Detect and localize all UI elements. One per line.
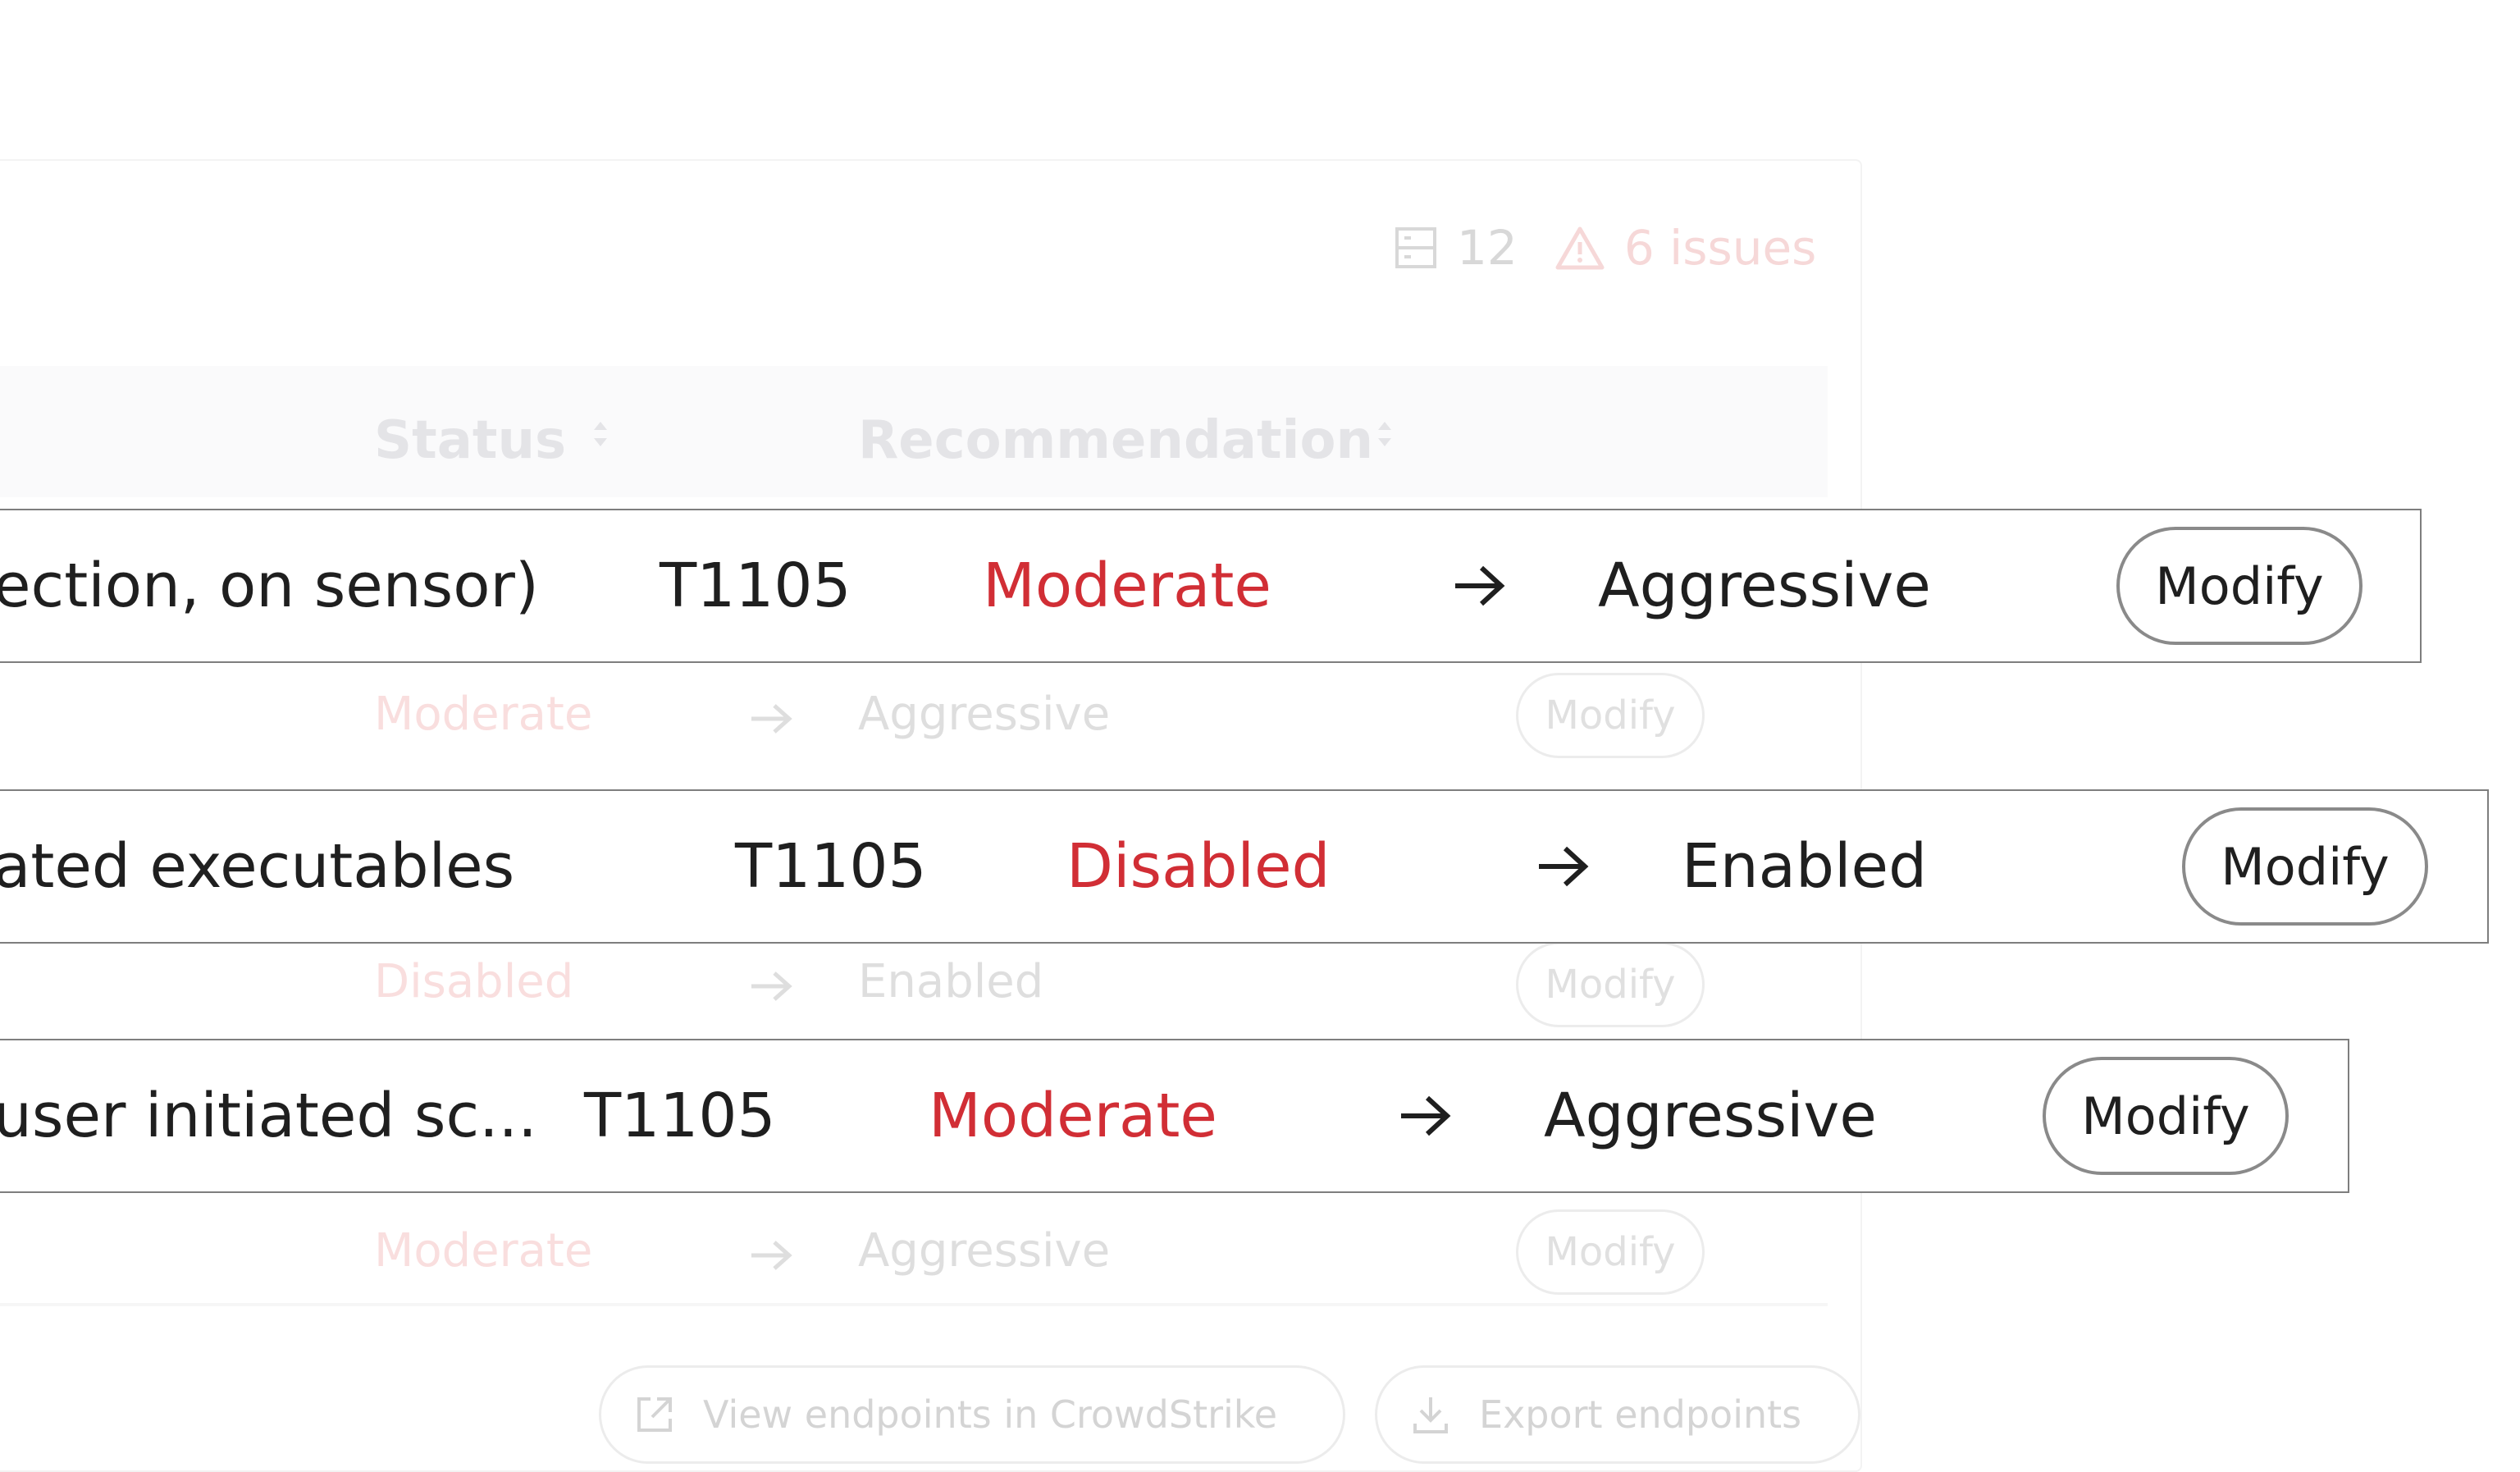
modify-button[interactable]: Modify: [2182, 807, 2428, 926]
faded-recommendation: Aggressive: [858, 1224, 1111, 1278]
recommended-status: Enabled: [1682, 831, 1928, 902]
external-link-icon: [637, 1397, 672, 1432]
technique-id: T1105: [735, 831, 927, 902]
warning-icon: [1555, 226, 1605, 270]
arrow-right-icon: [1455, 565, 1505, 606]
endpoint-count: 12: [1457, 220, 1518, 276]
setting-name: ection, on sensor): [0, 551, 539, 621]
export-endpoints-label: Export endpoints: [1479, 1392, 1802, 1437]
table-row[interactable]: user initiated sc... T1105 Moderate Aggr…: [0, 1039, 2349, 1193]
table-bottom-divider: [0, 1303, 1828, 1306]
technique-id: T1105: [660, 551, 851, 621]
faded-modify-button[interactable]: Modify: [1516, 673, 1705, 758]
arrow-right-icon: [1401, 1095, 1451, 1136]
modify-button[interactable]: Modify: [2116, 527, 2362, 645]
faded-recommendation: Enabled: [858, 955, 1044, 1008]
faded-current-status: Moderate: [374, 1224, 593, 1278]
table-row[interactable]: ated executables T1105 Disabled Enabled …: [0, 789, 2489, 944]
view-endpoints-button[interactable]: View endpoints in CrowdStrike: [599, 1365, 1345, 1464]
modify-button[interactable]: Modify: [2043, 1057, 2289, 1175]
arrow-right-icon: [751, 1241, 792, 1270]
download-icon: [1413, 1397, 1448, 1433]
table-row[interactable]: ection, on sensor) T1105 Moderate Aggres…: [0, 509, 2422, 663]
card-stats: 12 6 issues: [1395, 220, 1816, 276]
technique-id: T1105: [584, 1081, 776, 1151]
current-status: Moderate: [929, 1081, 1217, 1151]
arrow-right-icon: [751, 971, 792, 1001]
recommended-status: Aggressive: [1544, 1081, 1877, 1151]
column-header-recommendation[interactable]: Recommendation: [858, 410, 1373, 471]
faded-current-status: Disabled: [374, 955, 574, 1008]
arrow-right-icon: [1539, 846, 1589, 887]
current-status: Disabled: [1066, 831, 1331, 902]
export-endpoints-button[interactable]: Export endpoints: [1375, 1365, 1860, 1464]
server-icon: [1395, 227, 1436, 268]
sort-icon[interactable]: [1375, 415, 1395, 453]
sort-icon[interactable]: [591, 415, 610, 453]
recommended-status: Aggressive: [1598, 551, 1931, 621]
faded-modify-button[interactable]: Modify: [1516, 942, 1705, 1027]
view-endpoints-label: View endpoints in CrowdStrike: [703, 1392, 1278, 1437]
arrow-right-icon: [751, 704, 792, 734]
faded-modify-button[interactable]: Modify: [1516, 1209, 1705, 1295]
setting-name: user initiated sc...: [0, 1081, 537, 1151]
column-header-status[interactable]: Status: [374, 410, 566, 471]
setting-name: ated executables: [0, 831, 515, 902]
current-status: Moderate: [983, 551, 1271, 621]
faded-recommendation: Aggressive: [858, 688, 1111, 741]
faded-current-status: Moderate: [374, 688, 593, 741]
issues-count: 6 issues: [1623, 220, 1817, 276]
